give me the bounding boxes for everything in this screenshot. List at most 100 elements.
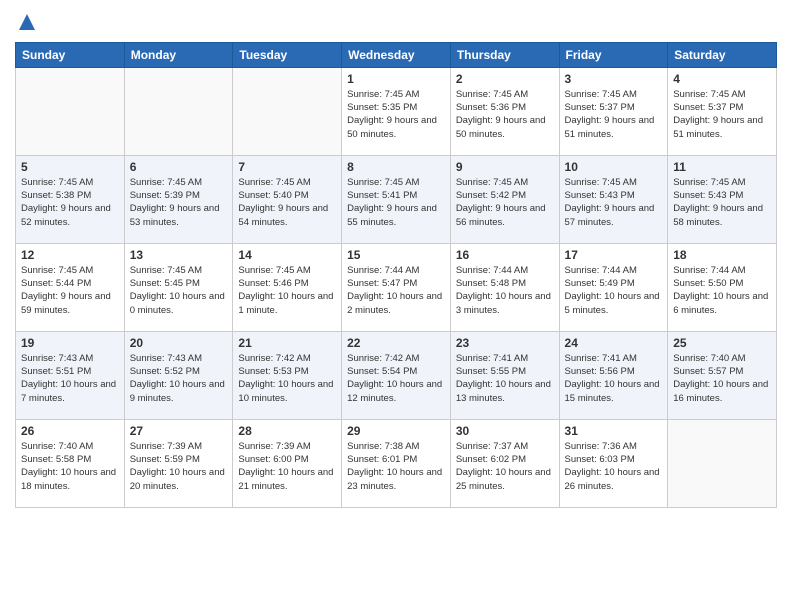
day-cell: 22 Sunrise: 7:42 AM Sunset: 5:54 PM Dayli…	[342, 331, 451, 419]
day-info: Sunrise: 7:45 AM Sunset: 5:40 PM Dayligh…	[238, 176, 336, 229]
day-cell: 19Sunrise: 7:43 AM Sunset: 5:51 PM Dayli…	[16, 331, 125, 419]
day-number: 8	[347, 160, 445, 174]
col-header-sunday: Sunday	[16, 42, 125, 67]
col-header-wednesday: Wednesday	[342, 42, 451, 67]
day-number: 25	[673, 336, 771, 350]
day-number: 22	[347, 336, 445, 350]
day-cell: 5 Sunrise: 7:45 AM Sunset: 5:38 PM Daylig…	[16, 155, 125, 243]
header-row: SundayMondayTuesdayWednesdayThursdayFrid…	[16, 42, 777, 67]
day-number: 20	[130, 336, 228, 350]
day-number: 15	[347, 248, 445, 262]
day-info: Sunrise: 7:45 AM Sunset: 5:44 PM Dayligh…	[21, 264, 119, 317]
day-info: Sunrise: 7:45 AM Sunset: 5:41 PM Dayligh…	[347, 176, 445, 229]
day-cell	[233, 67, 342, 155]
day-cell: 14 Sunrise: 7:45 AM Sunset: 5:46 PM Dayli…	[233, 243, 342, 331]
day-number: 17	[565, 248, 663, 262]
day-cell: 26Sunrise: 7:40 AM Sunset: 5:58 PM Dayli…	[16, 419, 125, 507]
day-number: 21	[238, 336, 336, 350]
week-row-5: 26Sunrise: 7:40 AM Sunset: 5:58 PM Dayli…	[16, 419, 777, 507]
col-header-friday: Friday	[559, 42, 668, 67]
day-info: Sunrise: 7:45 AM Sunset: 5:46 PM Dayligh…	[238, 264, 336, 317]
day-number: 10	[565, 160, 663, 174]
day-number: 4	[673, 72, 771, 86]
day-cell	[16, 67, 125, 155]
day-info: Sunrise: 7:45 AM Sunset: 5:37 PM Dayligh…	[565, 88, 663, 141]
day-number: 5	[21, 160, 119, 174]
day-number: 13	[130, 248, 228, 262]
day-cell: 11 Sunrise: 7:45 AM Sunset: 5:43 PM Dayli…	[668, 155, 777, 243]
day-cell: 28 Sunrise: 7:39 AM Sunset: 6:00 PM Dayli…	[233, 419, 342, 507]
day-number: 7	[238, 160, 336, 174]
day-number: 12	[21, 248, 119, 262]
day-cell: 16 Sunrise: 7:44 AM Sunset: 5:48 PM Dayli…	[450, 243, 559, 331]
day-info: Sunrise: 7:45 AM Sunset: 5:45 PM Dayligh…	[130, 264, 228, 317]
logo	[15, 14, 37, 34]
day-info: Sunrise: 7:45 AM Sunset: 5:36 PM Dayligh…	[456, 88, 554, 141]
day-cell: 8 Sunrise: 7:45 AM Sunset: 5:41 PM Daylig…	[342, 155, 451, 243]
day-info: Sunrise: 7:37 AM Sunset: 6:02 PM Dayligh…	[456, 440, 554, 493]
day-number: 1	[347, 72, 445, 86]
col-header-thursday: Thursday	[450, 42, 559, 67]
day-cell	[124, 67, 233, 155]
day-info: Sunrise: 7:44 AM Sunset: 5:47 PM Dayligh…	[347, 264, 445, 317]
day-cell: 12 Sunrise: 7:45 AM Sunset: 5:44 PM Dayli…	[16, 243, 125, 331]
col-header-saturday: Saturday	[668, 42, 777, 67]
col-header-tuesday: Tuesday	[233, 42, 342, 67]
week-row-1: 1Sunrise: 7:45 AM Sunset: 5:35 PM Daylig…	[16, 67, 777, 155]
day-number: 9	[456, 160, 554, 174]
day-number: 11	[673, 160, 771, 174]
day-cell: 17Sunrise: 7:44 AM Sunset: 5:49 PM Dayli…	[559, 243, 668, 331]
day-cell: 3 Sunrise: 7:45 AM Sunset: 5:37 PM Daylig…	[559, 67, 668, 155]
day-cell: 21 Sunrise: 7:42 AM Sunset: 5:53 PM Dayli…	[233, 331, 342, 419]
day-info: Sunrise: 7:45 AM Sunset: 5:43 PM Dayligh…	[565, 176, 663, 229]
day-cell: 6 Sunrise: 7:45 AM Sunset: 5:39 PM Daylig…	[124, 155, 233, 243]
day-number: 6	[130, 160, 228, 174]
week-row-3: 12 Sunrise: 7:45 AM Sunset: 5:44 PM Dayli…	[16, 243, 777, 331]
day-cell: 20 Sunrise: 7:43 AM Sunset: 5:52 PM Dayli…	[124, 331, 233, 419]
day-cell	[668, 419, 777, 507]
day-cell: 2 Sunrise: 7:45 AM Sunset: 5:36 PM Daylig…	[450, 67, 559, 155]
day-number: 30	[456, 424, 554, 438]
day-number: 29	[347, 424, 445, 438]
day-number: 31	[565, 424, 663, 438]
day-number: 28	[238, 424, 336, 438]
day-number: 3	[565, 72, 663, 86]
day-cell: 27 Sunrise: 7:39 AM Sunset: 5:59 PM Dayli…	[124, 419, 233, 507]
day-number: 23	[456, 336, 554, 350]
day-cell: 10 Sunrise: 7:45 AM Sunset: 5:43 PM Dayli…	[559, 155, 668, 243]
col-header-monday: Monday	[124, 42, 233, 67]
day-cell: 31 Sunrise: 7:36 AM Sunset: 6:03 PM Dayli…	[559, 419, 668, 507]
day-number: 2	[456, 72, 554, 86]
day-info: Sunrise: 7:41 AM Sunset: 5:56 PM Dayligh…	[565, 352, 663, 405]
day-info: Sunrise: 7:43 AM Sunset: 5:52 PM Dayligh…	[130, 352, 228, 405]
day-info: Sunrise: 7:38 AM Sunset: 6:01 PM Dayligh…	[347, 440, 445, 493]
day-info: Sunrise: 7:36 AM Sunset: 6:03 PM Dayligh…	[565, 440, 663, 493]
day-cell: 7 Sunrise: 7:45 AM Sunset: 5:40 PM Daylig…	[233, 155, 342, 243]
day-info: Sunrise: 7:41 AM Sunset: 5:55 PM Dayligh…	[456, 352, 554, 405]
week-row-4: 19Sunrise: 7:43 AM Sunset: 5:51 PM Dayli…	[16, 331, 777, 419]
day-number: 14	[238, 248, 336, 262]
day-info: Sunrise: 7:42 AM Sunset: 5:54 PM Dayligh…	[347, 352, 445, 405]
week-row-2: 5 Sunrise: 7:45 AM Sunset: 5:38 PM Daylig…	[16, 155, 777, 243]
day-cell: 15 Sunrise: 7:44 AM Sunset: 5:47 PM Dayli…	[342, 243, 451, 331]
day-number: 16	[456, 248, 554, 262]
day-cell: 9Sunrise: 7:45 AM Sunset: 5:42 PM Daylig…	[450, 155, 559, 243]
day-cell: 18Sunrise: 7:44 AM Sunset: 5:50 PM Dayli…	[668, 243, 777, 331]
day-info: Sunrise: 7:42 AM Sunset: 5:53 PM Dayligh…	[238, 352, 336, 405]
day-number: 27	[130, 424, 228, 438]
day-cell: 23 Sunrise: 7:41 AM Sunset: 5:55 PM Dayli…	[450, 331, 559, 419]
day-cell: 25 Sunrise: 7:40 AM Sunset: 5:57 PM Dayli…	[668, 331, 777, 419]
day-info: Sunrise: 7:40 AM Sunset: 5:57 PM Dayligh…	[673, 352, 771, 405]
day-info: Sunrise: 7:45 AM Sunset: 5:39 PM Dayligh…	[130, 176, 228, 229]
day-cell: 1Sunrise: 7:45 AM Sunset: 5:35 PM Daylig…	[342, 67, 451, 155]
day-cell: 13 Sunrise: 7:45 AM Sunset: 5:45 PM Dayli…	[124, 243, 233, 331]
day-info: Sunrise: 7:39 AM Sunset: 5:59 PM Dayligh…	[130, 440, 228, 493]
day-info: Sunrise: 7:45 AM Sunset: 5:43 PM Dayligh…	[673, 176, 771, 229]
day-cell: 29 Sunrise: 7:38 AM Sunset: 6:01 PM Dayli…	[342, 419, 451, 507]
day-info: Sunrise: 7:45 AM Sunset: 5:38 PM Dayligh…	[21, 176, 119, 229]
day-info: Sunrise: 7:39 AM Sunset: 6:00 PM Dayligh…	[238, 440, 336, 493]
day-info: Sunrise: 7:43 AM Sunset: 5:51 PM Dayligh…	[21, 352, 119, 405]
day-info: Sunrise: 7:44 AM Sunset: 5:48 PM Dayligh…	[456, 264, 554, 317]
page: SundayMondayTuesdayWednesdayThursdayFrid…	[0, 0, 792, 612]
day-number: 26	[21, 424, 119, 438]
